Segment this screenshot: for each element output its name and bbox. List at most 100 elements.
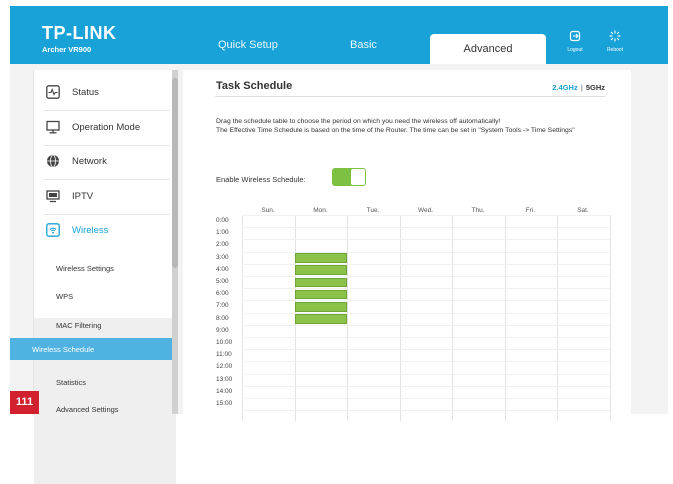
time-label: 15:00	[216, 400, 233, 407]
sidebar-subitem-wireless-settings[interactable]: Wireless Settings	[56, 264, 114, 273]
grid-line	[242, 239, 610, 241]
grid-line	[242, 410, 610, 412]
grid-line	[242, 361, 610, 363]
grid-line	[242, 349, 610, 351]
pulse-icon	[46, 85, 60, 99]
time-label: 12:00	[216, 363, 233, 371]
tab-basic[interactable]: Basic	[350, 39, 377, 51]
time-label: 13:00	[216, 375, 233, 383]
time-label: 2:00	[216, 241, 229, 249]
reboot-label: Reboot	[606, 47, 624, 53]
schedule-cell-selected[interactable]	[295, 253, 347, 263]
time-label: 11:00	[216, 351, 232, 359]
grid-line	[504, 215, 506, 421]
description: Drag the schedule table to choose the pe…	[216, 117, 606, 135]
brand-name: TP-LINK	[42, 23, 117, 43]
sidebar-item-label: Network	[72, 155, 107, 167]
tv-icon	[46, 189, 60, 203]
grid-line	[242, 324, 610, 326]
grid-line	[242, 215, 243, 421]
schedule-cell-selected[interactable]	[295, 314, 347, 324]
grid-line	[399, 215, 401, 421]
page-number-badge: 111	[10, 391, 39, 414]
sidebar-subitem-label: Wireless Schedule	[32, 345, 95, 354]
day-header: Mon.	[313, 207, 328, 214]
title-divider	[215, 96, 605, 97]
sidebar-item-label: Wireless	[72, 224, 109, 236]
schedule-cell-selected[interactable]	[295, 265, 347, 275]
time-label: 14:00	[216, 387, 233, 395]
sidebar-item-network[interactable]: Network	[46, 151, 107, 171]
grid-line	[242, 337, 610, 338]
time-label: 9:00	[216, 326, 229, 334]
time-label: 8:00	[216, 314, 229, 322]
sidebar-subitem-mac-filtering[interactable]: MAC Filtering	[56, 321, 101, 330]
sidebar-scrollbar[interactable]	[172, 70, 178, 414]
sidebar-item-wireless[interactable]: Wireless	[46, 220, 108, 240]
top-header: TP-LINK Archer VR900 Quick Setup Basic A…	[10, 6, 668, 64]
scrollbar-thumb[interactable]	[172, 78, 178, 268]
schedule-cell-selected[interactable]	[295, 301, 347, 312]
grid-line	[242, 227, 610, 229]
globe-icon	[46, 154, 60, 168]
sidebar-subitem-advanced-settings[interactable]: Advanced Settings	[56, 405, 119, 414]
schedule-cell-selected[interactable]	[295, 277, 347, 288]
sidebar-item-iptv[interactable]: IPTV	[46, 186, 93, 206]
time-label: 5:00	[216, 278, 229, 285]
reboot-button[interactable]: Reboot	[599, 30, 631, 53]
monitor-icon	[46, 120, 60, 134]
day-header: Sat.	[577, 207, 589, 214]
schedule-grid[interactable]	[242, 215, 611, 421]
sidebar-item-status[interactable]: Status	[46, 82, 99, 102]
divider	[44, 145, 170, 146]
sidebar-subitem-wps[interactable]: WPS	[56, 292, 73, 301]
band-5ghz-link[interactable]: 5GHz	[586, 83, 605, 92]
logout-button[interactable]: Logout	[559, 30, 591, 53]
sidebar-item-label: Status	[72, 86, 99, 98]
enable-schedule-label: Enable Wireless Schedule:	[216, 175, 306, 184]
time-label: 0:00	[216, 217, 229, 224]
divider	[44, 214, 170, 215]
grid-line	[609, 215, 611, 421]
logout-icon	[559, 30, 591, 45]
time-label: 4:00	[216, 265, 229, 273]
sidebar-subitem-wireless-schedule[interactable]: Wireless Schedule	[10, 338, 172, 360]
toggle-knob	[351, 169, 365, 185]
page-title: Task Schedule	[216, 80, 293, 92]
sidebar-subitem-statistics[interactable]: Statistics	[56, 378, 86, 387]
sidebar-item-label: IPTV	[72, 190, 94, 202]
time-label: 10:00	[216, 339, 233, 346]
grid-line	[557, 215, 558, 421]
enable-schedule-toggle[interactable]	[332, 168, 366, 186]
router-model: Archer VR900	[42, 45, 92, 54]
grid-line	[242, 398, 610, 399]
time-label: 3:00	[216, 253, 229, 261]
day-header: Thu.	[471, 207, 485, 214]
band-24ghz-link[interactable]: 2.4GHz	[552, 83, 577, 92]
sidebar-item-label: Operation Mode	[72, 121, 141, 133]
wireless-icon	[46, 223, 60, 237]
day-header: Sun.	[261, 207, 275, 214]
band-separator: |	[580, 83, 583, 92]
time-label: 7:00	[216, 302, 229, 310]
grid-line	[242, 373, 610, 375]
day-header: Tue.	[366, 207, 380, 214]
grid-line	[242, 385, 610, 387]
tab-quick-setup[interactable]: Quick Setup	[218, 39, 278, 51]
grid-line	[347, 215, 348, 421]
divider	[44, 110, 170, 111]
grid-line	[242, 215, 610, 216]
logout-label: Logout	[567, 47, 583, 53]
description-line-1: Drag the schedule table to choose the pe…	[216, 118, 501, 125]
sidebar: Status Operation Mode Network IPTV Wirel…	[33, 70, 176, 484]
tab-advanced[interactable]: Advanced	[430, 34, 546, 64]
divider	[44, 179, 170, 180]
day-header: Wed.	[417, 207, 434, 214]
schedule-cell-selected[interactable]	[295, 289, 347, 300]
time-label: 6:00	[216, 290, 229, 298]
sidebar-item-operation-mode[interactable]: Operation Mode	[46, 117, 140, 137]
time-label: 1:00	[216, 229, 229, 237]
day-header: Fri.	[525, 207, 536, 214]
grid-line	[452, 215, 453, 421]
band-selector: 2.4GHz | 5GHz	[552, 83, 605, 92]
